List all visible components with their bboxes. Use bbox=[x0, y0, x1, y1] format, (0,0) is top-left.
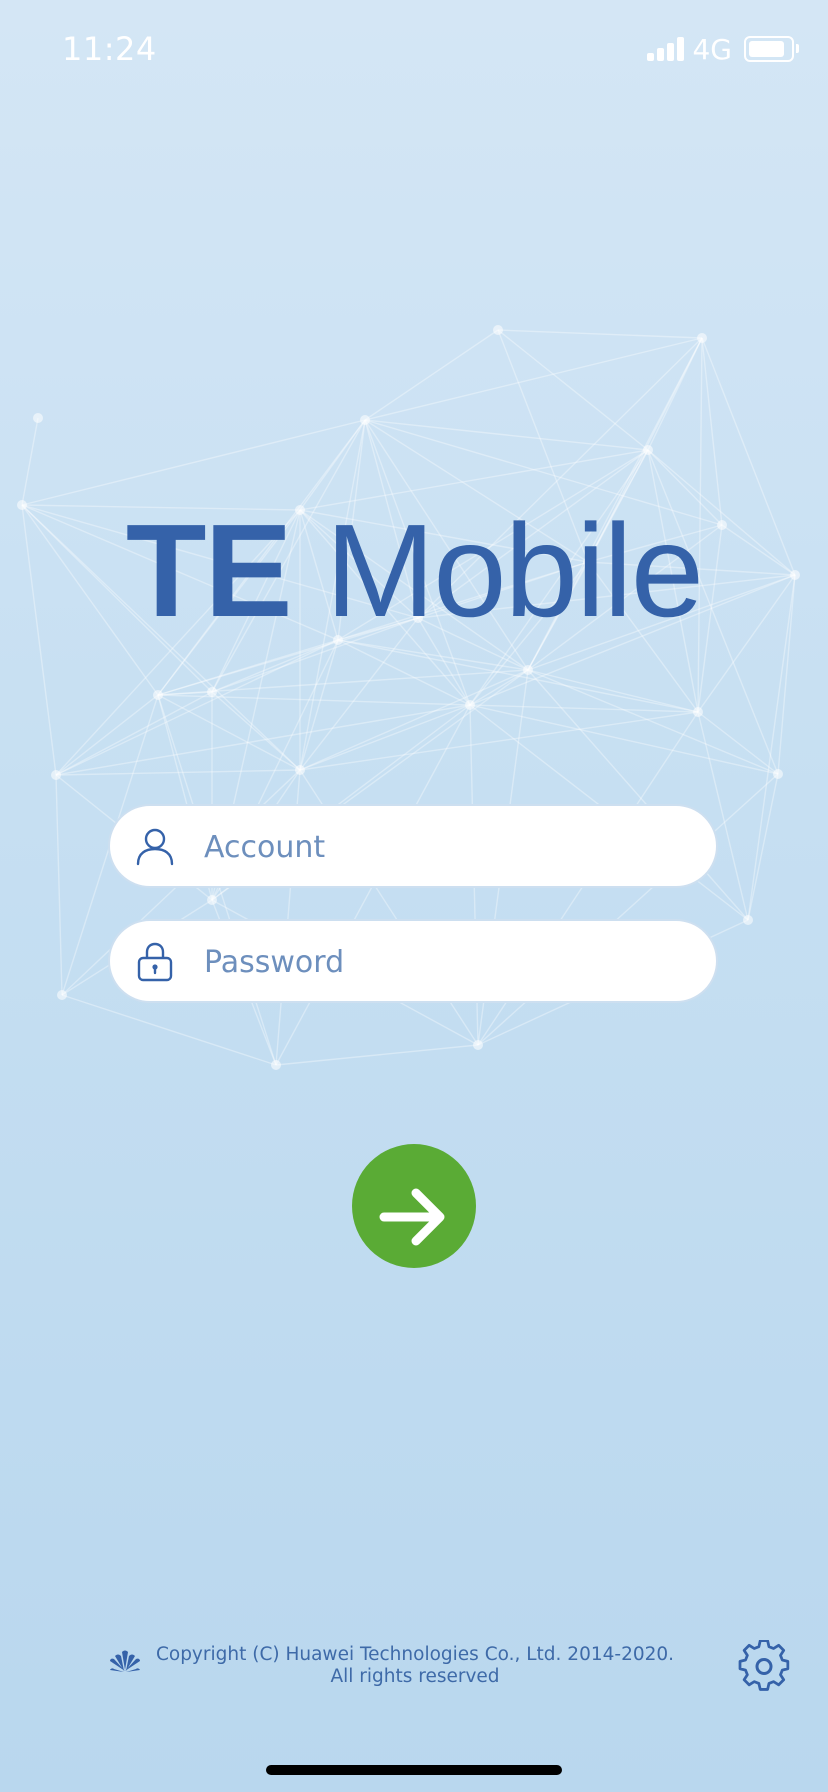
network-node bbox=[271, 1060, 281, 1070]
network-line bbox=[55, 694, 159, 776]
network-line bbox=[55, 774, 63, 996]
network-node bbox=[493, 325, 503, 335]
lock-icon bbox=[137, 942, 173, 982]
network-line bbox=[747, 773, 779, 921]
home-indicator bbox=[266, 1765, 562, 1775]
logo-bold-text: TE bbox=[125, 497, 293, 644]
network-line bbox=[497, 329, 703, 339]
network-line bbox=[701, 337, 723, 526]
network-line bbox=[299, 669, 529, 771]
network-node bbox=[465, 700, 475, 710]
network-label: 4G bbox=[692, 32, 732, 66]
signal-icon bbox=[647, 37, 685, 61]
password-input[interactable] bbox=[202, 935, 686, 989]
network-node bbox=[360, 415, 370, 425]
arrow-right-icon bbox=[379, 1188, 445, 1246]
network-node bbox=[33, 413, 43, 423]
network-node bbox=[295, 765, 305, 775]
network-line bbox=[275, 1044, 479, 1066]
network-line bbox=[469, 669, 529, 706]
network-line bbox=[55, 639, 339, 776]
network-line bbox=[55, 691, 213, 776]
huawei-logo-icon bbox=[110, 1650, 140, 1672]
network-node bbox=[473, 1040, 483, 1050]
account-field[interactable] bbox=[108, 804, 718, 888]
network-line bbox=[337, 639, 529, 671]
password-field[interactable] bbox=[108, 919, 718, 1003]
status-time: 11:24 bbox=[62, 30, 157, 68]
network-line bbox=[55, 704, 471, 776]
status-bar: 11:24 4G bbox=[0, 0, 828, 100]
network-line bbox=[497, 329, 649, 451]
network-line bbox=[299, 639, 339, 771]
network-node bbox=[773, 769, 783, 779]
network-line bbox=[469, 704, 699, 713]
copyright-text: Copyright (C) Huawei Technologies Co., L… bbox=[155, 1644, 675, 1687]
network-node bbox=[51, 770, 61, 780]
network-node bbox=[207, 687, 217, 697]
battery-icon bbox=[744, 36, 799, 62]
network-node bbox=[57, 990, 67, 1000]
person-icon bbox=[136, 828, 174, 866]
network-node bbox=[153, 690, 163, 700]
network-node bbox=[523, 665, 533, 675]
network-node bbox=[207, 895, 217, 905]
network-line bbox=[21, 417, 39, 506]
network-line bbox=[299, 711, 699, 771]
network-line bbox=[527, 669, 779, 775]
network-line bbox=[61, 994, 277, 1066]
app-logo: TE Mobile bbox=[0, 505, 828, 637]
login-button[interactable] bbox=[352, 1144, 476, 1268]
account-input[interactable] bbox=[202, 820, 686, 874]
status-indicators: 4G bbox=[647, 32, 799, 66]
network-node bbox=[643, 445, 653, 455]
network-node bbox=[693, 707, 703, 717]
network-line bbox=[364, 419, 649, 451]
network-node bbox=[697, 333, 707, 343]
network-line bbox=[364, 329, 499, 421]
network-node bbox=[743, 915, 753, 925]
network-line bbox=[364, 337, 703, 421]
logo-light-text: Mobile bbox=[325, 497, 704, 644]
gear-icon[interactable] bbox=[738, 1640, 790, 1692]
